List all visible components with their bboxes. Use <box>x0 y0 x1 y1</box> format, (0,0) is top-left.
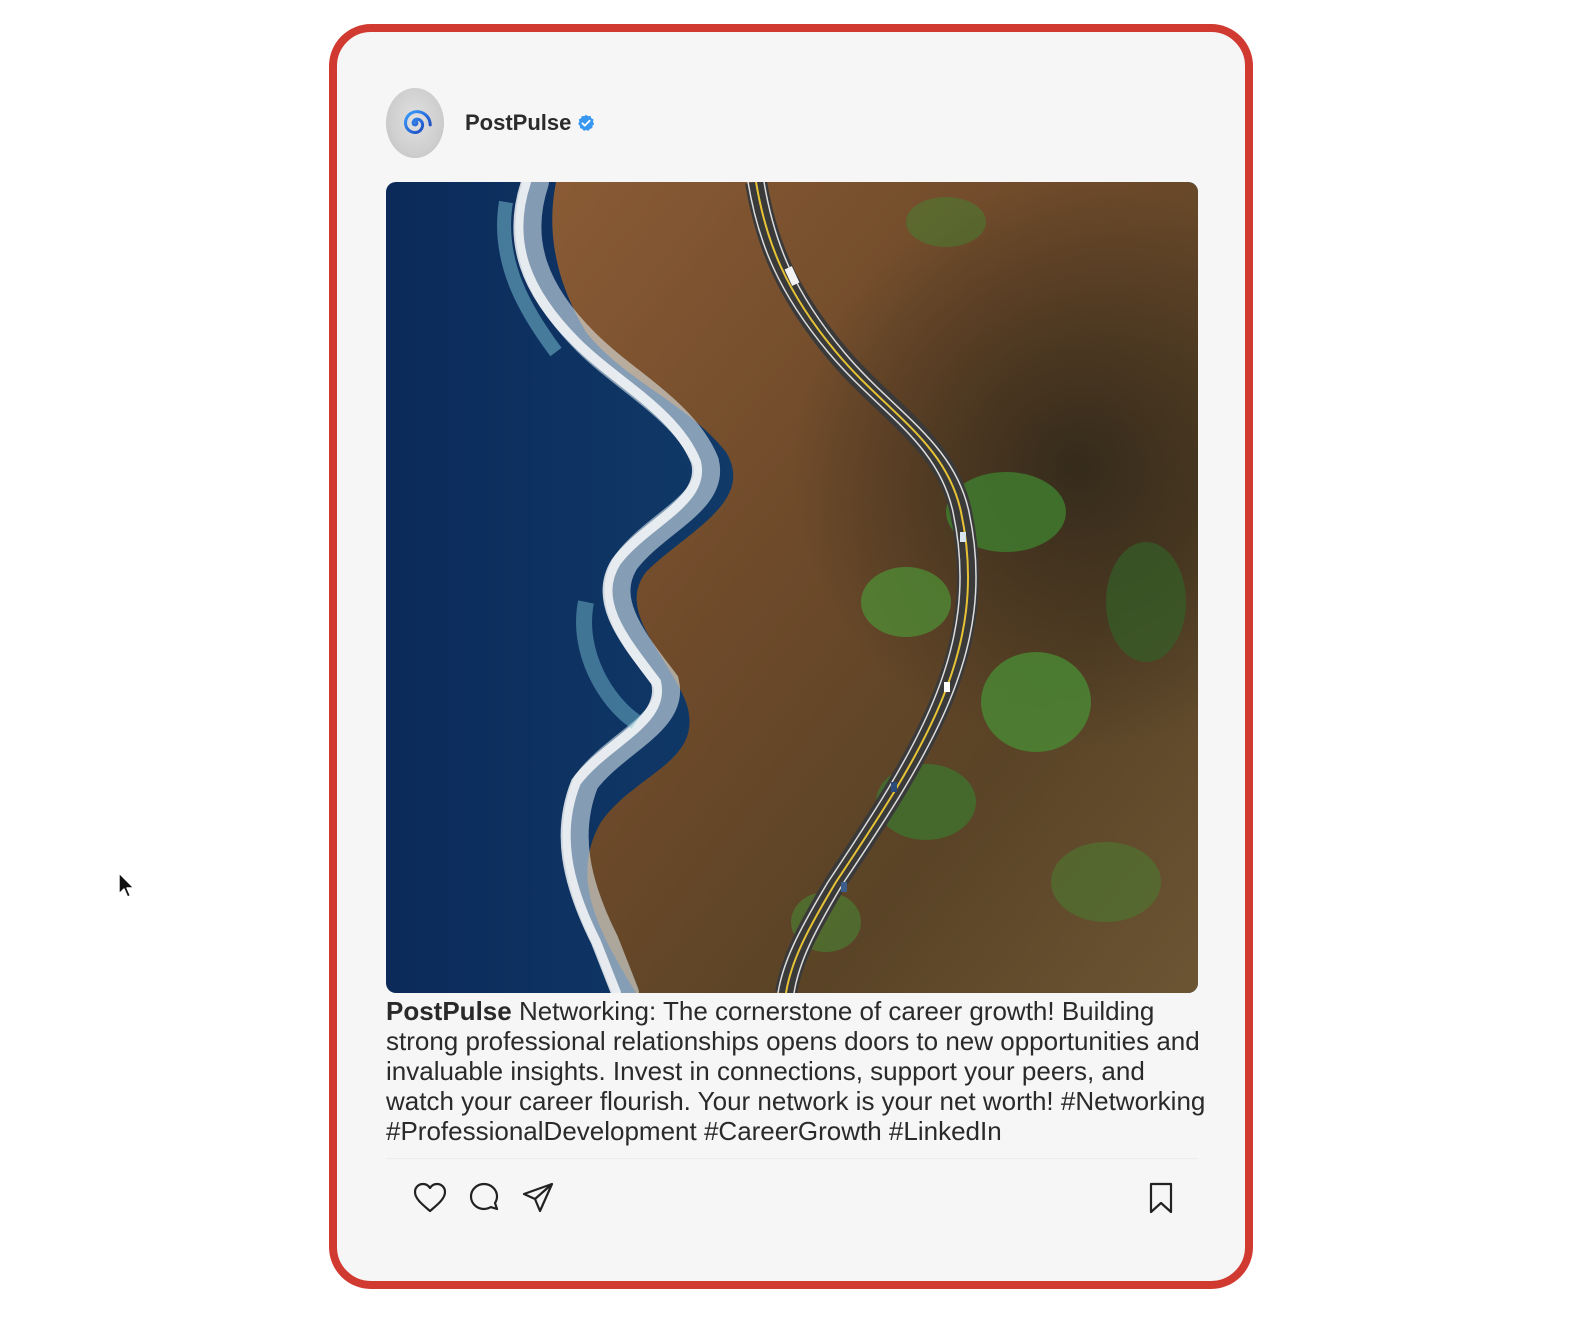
send-icon <box>522 1182 554 1213</box>
post-header: PostPulse <box>386 85 595 161</box>
action-bar <box>412 1180 574 1216</box>
save-button[interactable] <box>1145 1180 1177 1216</box>
like-button[interactable] <box>412 1180 448 1216</box>
post-card: PostPulse PostPulse Networking: The corn… <box>329 24 1253 1289</box>
coastal-road-aerial-photo <box>386 182 1198 993</box>
comment-button[interactable] <box>466 1180 502 1216</box>
divider <box>386 1158 1198 1159</box>
heart-icon <box>413 1182 447 1213</box>
page: PostPulse PostPulse Networking: The corn… <box>0 0 1592 1344</box>
share-button[interactable] <box>520 1180 556 1216</box>
post-image[interactable] <box>386 182 1198 993</box>
post-username[interactable]: PostPulse <box>465 110 571 136</box>
comment-icon <box>469 1182 499 1211</box>
bookmark-icon <box>1149 1182 1173 1214</box>
spiral-logo-icon <box>403 110 432 135</box>
avatar[interactable] <box>386 88 444 158</box>
verified-badge-icon <box>577 114 595 132</box>
caption-username[interactable]: PostPulse <box>386 996 512 1026</box>
mouse-cursor-icon <box>118 872 135 898</box>
post-caption: PostPulse Networking: The cornerstone of… <box>386 996 1206 1146</box>
